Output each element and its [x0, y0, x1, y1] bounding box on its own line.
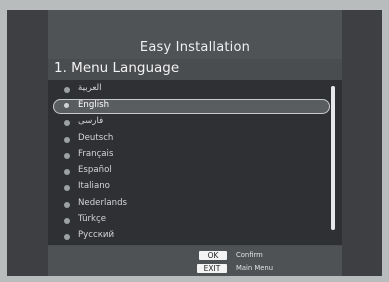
- language-label: Italiano: [78, 181, 110, 192]
- language-item[interactable]: Русский: [50, 229, 328, 245]
- bullet-icon: [64, 169, 70, 176]
- exit-key-badge[interactable]: EXIT: [197, 264, 227, 273]
- ok-key-description: Confirm: [236, 251, 263, 259]
- language-label: Türkçe: [78, 214, 107, 225]
- exit-key-description: Main Menu: [236, 264, 274, 272]
- bullet-icon: [64, 201, 70, 208]
- bullet-icon: [64, 103, 69, 109]
- language-label: English: [78, 100, 110, 111]
- bullet-icon: [64, 234, 70, 241]
- bullet-icon: [64, 136, 70, 143]
- ok-key-badge[interactable]: OK: [199, 251, 227, 260]
- language-label: Français: [78, 148, 114, 159]
- scrollbar-thumb[interactable]: [331, 86, 335, 230]
- language-label: فارسی: [78, 116, 104, 127]
- language-item[interactable]: Türkçe: [50, 213, 328, 229]
- language-label: Español: [78, 165, 112, 176]
- language-item[interactable]: Español: [50, 164, 328, 180]
- language-list: العربية English فارسی Deutsch Français E…: [50, 82, 330, 246]
- language-label: Русский: [78, 230, 115, 241]
- language-item[interactable]: العربية: [50, 82, 328, 98]
- language-label: Nederlands: [78, 197, 128, 208]
- right-margin: [342, 10, 382, 276]
- language-label: العربية: [78, 83, 102, 93]
- bullet-icon: [64, 152, 70, 159]
- language-item[interactable]: Français: [50, 148, 328, 164]
- bullet-icon: [64, 120, 70, 127]
- language-item[interactable]: Nederlands: [50, 197, 328, 213]
- tv-screen: Easy Installation 1. Menu Language العرب…: [0, 0, 389, 282]
- language-item-selected[interactable]: English: [53, 99, 330, 115]
- bullet-icon: [64, 185, 70, 192]
- language-item[interactable]: Deutsch: [50, 132, 328, 148]
- footer-bar: [48, 246, 342, 276]
- language-item[interactable]: Italiano: [50, 180, 328, 196]
- bullet-icon: [64, 87, 70, 93]
- language-item[interactable]: فارسی: [50, 115, 328, 131]
- page-title: Easy Installation: [139, 40, 251, 55]
- language-label: Deutsch: [78, 132, 114, 143]
- left-margin: [7, 10, 48, 276]
- bullet-icon: [64, 218, 70, 225]
- step-title: 1. Menu Language: [54, 60, 180, 76]
